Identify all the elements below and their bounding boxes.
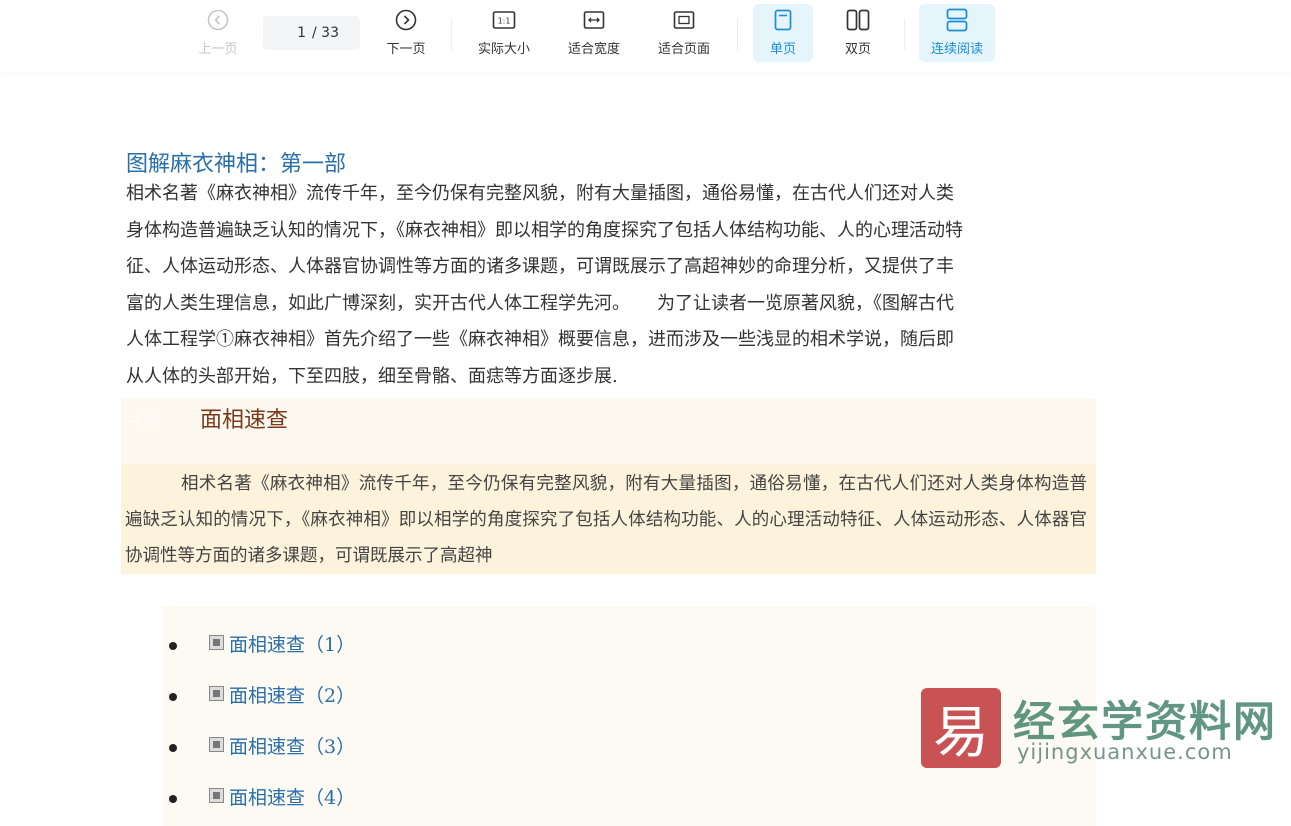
intro-line: 相术名著《麻衣神相》流传千年，至今仍保有完整风貌，附有大量插图，通俗易懂，在古代… xyxy=(126,183,954,204)
continuous-label: 连续阅读 xyxy=(930,41,983,56)
prev-page-button[interactable]: 上一页 xyxy=(190,4,246,62)
list-bullet xyxy=(169,744,177,752)
fit-width-icon xyxy=(583,8,605,32)
intro-line: 征、人体运动形态、人体器官协调性等方面的诸多课题，可谓既展示了高超神妙的命理分析… xyxy=(126,256,954,277)
section-paragraph: 相术名著《麻衣神相》流传千年，至今仍保有完整风貌，附有大量插图，通俗易懂，在古代… xyxy=(125,466,1087,574)
list-bullet xyxy=(169,642,177,650)
next-page-label: 下一页 xyxy=(386,41,426,56)
continuous-icon xyxy=(946,8,968,32)
actual-size-label: 实际大小 xyxy=(477,41,530,56)
continuous-reading-button[interactable]: 连续阅读 xyxy=(919,4,995,62)
seal-logo: 易 xyxy=(921,688,1001,768)
fit-page-icon xyxy=(673,8,695,32)
double-page-label: 双页 xyxy=(844,41,871,56)
single-page-button[interactable]: 单页 xyxy=(753,4,813,62)
intro-title: 图解麻衣神相：第一部 xyxy=(126,152,347,177)
expand-icon[interactable] xyxy=(209,635,224,650)
list-bullet xyxy=(169,795,177,803)
svg-text:1:1: 1:1 xyxy=(498,17,511,26)
actual-size-button[interactable]: 1:1 实际大小 xyxy=(468,4,540,62)
page-number-field[interactable]: / 33 xyxy=(263,16,360,50)
intro-line: 从人体的头部开始，下至四肢，细至骨骼、面痣等方面逐步展. xyxy=(126,365,618,387)
intro-line: 身体构造普遍缺乏认知的情况下，《麻衣神相》即以相学的角度探究了包括人体结构功能、… xyxy=(126,219,963,241)
single-page-icon xyxy=(773,8,793,32)
fit-page-button[interactable]: 适合页面 xyxy=(648,4,720,62)
toc-link-2[interactable]: 面相速查（2） xyxy=(229,681,355,708)
toolbar-divider xyxy=(451,18,452,50)
list-bullet xyxy=(169,693,177,701)
watermark-url: yijingxuanxue.com xyxy=(1017,740,1233,764)
single-page-label: 单页 xyxy=(769,41,796,56)
section-title: 面相速查 xyxy=(200,408,289,433)
fit-width-label: 适合宽度 xyxy=(567,41,620,56)
toc-link-3[interactable]: 面相速查（3） xyxy=(229,732,355,759)
chevron-left-circle-icon xyxy=(207,8,229,32)
toolbar-divider xyxy=(737,18,738,50)
section-label: 目录 xyxy=(121,408,161,432)
double-page-icon xyxy=(846,8,870,32)
expand-icon[interactable] xyxy=(209,737,224,752)
intro-line: 人体工程学①麻衣神相》首先介绍了一些《麻衣神相》概要信息，进而涉及一些浅显的相术… xyxy=(126,329,954,350)
fit-width-button[interactable]: 适合宽度 xyxy=(558,4,630,62)
fit-page-label: 适合页面 xyxy=(657,41,710,56)
expand-icon[interactable] xyxy=(209,686,224,701)
prev-page-label: 上一页 xyxy=(198,41,238,56)
site-watermark: 易 经玄学资料网 yijingxuanxue.com xyxy=(921,688,1281,770)
expand-icon[interactable] xyxy=(209,788,224,803)
intro-paragraph: 相术名著《麻衣神相》流传千年，至今仍保有完整风貌，附有大量插图，通俗易懂，在古代… xyxy=(126,176,1096,395)
viewer-toolbar: 上一页 / 33 下一页 1:1 实际大小 适合宽度 适合页面 单页 xyxy=(0,0,1291,72)
page-number-input[interactable] xyxy=(284,25,306,41)
next-page-button[interactable]: 下一页 xyxy=(378,4,434,62)
section-box: 目录 面相速查 相术名著《麻衣神相》流传千年，至今仍保有完整风貌，附有大量插图，… xyxy=(121,398,1096,574)
page-total: 33 xyxy=(321,25,339,41)
chevron-right-circle-icon xyxy=(395,8,417,32)
toolbar-divider xyxy=(904,18,905,50)
intro-line: 富的人类生理信息，如此广博深刻，实开古代人体工程学先河。 为了让读者一览原著风貌… xyxy=(126,292,954,314)
toc-link-1[interactable]: 面相速查（1） xyxy=(229,630,355,657)
actual-size-icon: 1:1 xyxy=(492,8,516,32)
section-text-line: 相术名著《麻衣神相》流传千年，至今仍保有完整风貌，附有大量插图，通俗易懂，在古代… xyxy=(181,474,946,494)
double-page-button[interactable]: 双页 xyxy=(828,4,888,62)
